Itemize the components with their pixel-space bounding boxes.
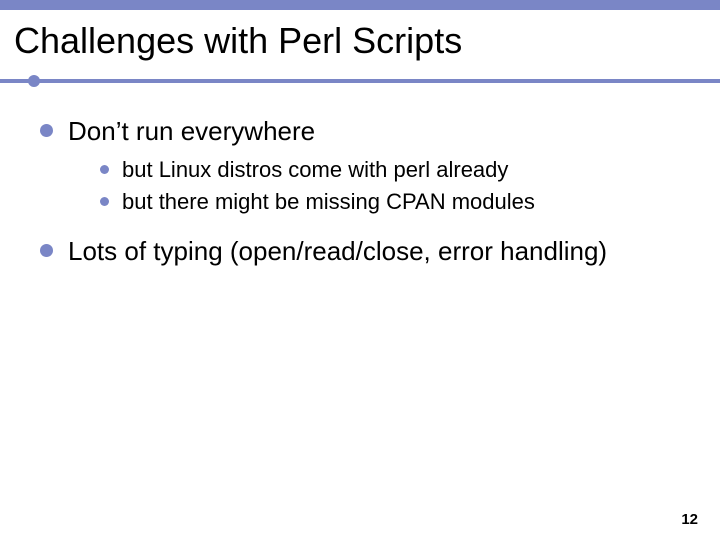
divider-line xyxy=(0,79,720,83)
bullet-level2: but there might be missing CPAN modules xyxy=(100,187,680,217)
bullet-level1: Don’t run everywhere xyxy=(40,114,680,149)
bullet-level1: Lots of typing (open/read/close, error h… xyxy=(40,234,680,269)
top-accent-bar xyxy=(0,0,720,10)
bullet-text: but there might be missing CPAN modules xyxy=(122,189,535,214)
sub-bullet-group: but Linux distros come with perl already… xyxy=(40,155,680,216)
bullet-text: Don’t run everywhere xyxy=(68,116,315,146)
slide-body: Don’t run everywhere but Linux distros c… xyxy=(0,86,720,270)
bullet-level2: but Linux distros come with perl already xyxy=(100,155,680,185)
page-number: 12 xyxy=(681,511,698,528)
slide-title: Challenges with Perl Scripts xyxy=(0,10,720,72)
divider-dot-icon xyxy=(28,75,40,87)
bullet-text: but Linux distros come with perl already xyxy=(122,157,508,182)
bullet-text: Lots of typing (open/read/close, error h… xyxy=(68,236,607,266)
title-underline xyxy=(0,74,720,86)
